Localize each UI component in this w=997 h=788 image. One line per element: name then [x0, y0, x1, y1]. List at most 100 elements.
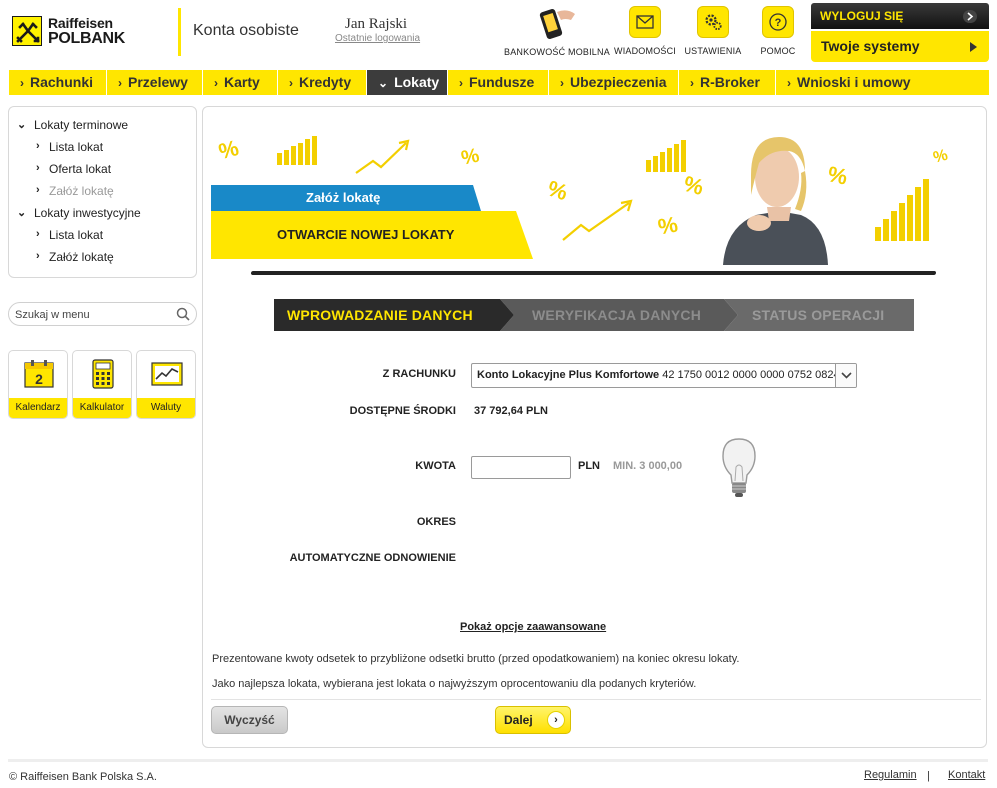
copyright: © Raiffeisen Bank Polska S.A. [9, 771, 157, 783]
chevron-right-icon: › [289, 76, 293, 90]
sidebar-item-lokaty-terminowe[interactable]: ⌄ Lokaty terminowe [9, 118, 196, 140]
calendar-day: 2 [35, 371, 43, 387]
nav-item-przelewy[interactable]: › Przelewy [107, 70, 203, 95]
best-deposit-info-text: Jako najlepsza lokata, wybierana jest lo… [212, 678, 697, 690]
nav-label: Przelewy [128, 74, 188, 90]
interest-info-text: Prezentowane kwoty odsetek to przybliżon… [212, 653, 740, 665]
nav-item-karty[interactable]: › Karty [203, 70, 278, 95]
amount-input[interactable] [471, 456, 571, 479]
logo-text-line2: POLBANK [48, 30, 126, 47]
next-label: Dalej [504, 713, 533, 727]
raiffeisen-logo[interactable]: Raiffeisen POLBANK [12, 14, 132, 50]
account-label: Z RACHUNKU [382, 368, 456, 380]
contact-link[interactable]: Kontakt [948, 769, 985, 781]
wizard-steps: WPROWADZANIE DANYCH WERYFIKACJA DANYCH S… [274, 299, 914, 331]
settings-label: USTAWIENIA [684, 46, 742, 56]
chevron-down-icon: ⌄ [17, 119, 27, 131]
menu-search-box [8, 302, 197, 326]
currency-label: Waluty [137, 398, 195, 418]
nav-label: Wnioski i umowy [797, 74, 911, 90]
sidebar-item-lokaty-inwestycyjne[interactable]: ⌄ Lokaty inwestycyjne [9, 206, 196, 228]
help-label: POMOC [760, 46, 796, 56]
nav-item-wnioski[interactable]: › Wnioski i umowy [776, 70, 989, 95]
amount-label: KWOTA [415, 460, 456, 472]
calculator-icon [87, 359, 119, 392]
logout-arrow-icon [963, 10, 977, 23]
sidebar-item-label: Załóż lokatę [49, 250, 114, 264]
percent-sign: % [216, 135, 241, 164]
your-systems-label: Twoje systemy [821, 38, 920, 54]
nav-label: Fundusze [469, 74, 535, 90]
nav-item-ubezpieczenia[interactable]: › Ubezpieczenia [549, 70, 679, 95]
nav-item-rachunki[interactable]: › Rachunki [9, 70, 107, 95]
nav-item-lokaty[interactable]: ⌄ Lokaty [367, 70, 448, 95]
lightbulb-icon[interactable] [719, 437, 759, 502]
calendar-tile[interactable]: 2 Kalendarz [8, 350, 68, 419]
help-button[interactable]: ? POMOC [760, 6, 796, 56]
calculator-tile[interactable]: Kalkulator [72, 350, 132, 419]
settings-button[interactable]: USTAWIENIA [684, 6, 742, 56]
calculator-label: Kalkulator [73, 398, 131, 418]
available-funds-value: 37 792,64 PLN [474, 405, 548, 417]
your-systems-button[interactable]: Twoje systemy [811, 31, 989, 62]
amount-currency: PLN [578, 460, 600, 472]
logo-cross-icon [12, 16, 42, 46]
mobile-banking-label: BANKOWOŚĆ MOBILNA [504, 47, 610, 57]
woman-photo [723, 137, 828, 265]
messages-button[interactable]: WIADOMOŚCI [614, 6, 676, 56]
percent-sign: % [656, 212, 680, 240]
logout-panel: WYLOGUJ SIĘ Twoje systemy [811, 3, 989, 62]
sidebar-item-lista-lokat-inwest[interactable]: › Lista lokat [9, 228, 196, 250]
regulations-link[interactable]: Regulamin [864, 769, 917, 781]
sidebar-item-zaloz-lokate-current[interactable]: › Załóż lokatę [9, 184, 196, 206]
currency-tile[interactable]: Waluty [136, 350, 196, 419]
footer-divider [8, 759, 988, 762]
header-divider [178, 8, 181, 56]
sidebar-item-lista-lokat[interactable]: › Lista lokat [9, 140, 196, 162]
nav-item-r-broker[interactable]: › R-Broker [679, 70, 776, 95]
app-title: Konta osobiste [193, 22, 299, 39]
nav-item-kredyty[interactable]: › Kredyty [278, 70, 367, 95]
account-select[interactable]: Konto Lokacyjne Plus Komfortowe 42 1750 … [471, 363, 857, 388]
logout-button[interactable]: WYLOGUJ SIĘ [811, 3, 989, 29]
mobile-banking-button[interactable]: BANKOWOŚĆ MOBILNA [504, 6, 610, 57]
nav-label: Karty [224, 74, 260, 90]
account-name: Konto Lokacyjne Plus Komfortowe [477, 369, 660, 381]
chevron-right-icon: › [118, 76, 122, 90]
last-login-link[interactable]: Ostatnie logowania [335, 33, 420, 44]
chevron-right-icon: › [36, 250, 40, 262]
clear-button[interactable]: Wyczyść [211, 706, 288, 734]
main-panel: % % % % % % % Załóż lokatę OTWARCIE NOWE… [202, 106, 987, 748]
menu-search-input[interactable] [15, 307, 165, 322]
main-nav: › Rachunki › Przelewy › Karty › Kredyty ⌄ Lok… [9, 70, 989, 95]
advanced-options-link[interactable]: Pokaż opcje zaawansowane [460, 621, 606, 633]
svg-text:?: ? [775, 17, 782, 29]
available-funds-label: DOSTĘPNE ŚRODKI [349, 405, 456, 417]
wizard-step-data-entry: WPROWADZANIE DANYCH [274, 299, 514, 331]
logo-text-line1: Raiffeisen [48, 15, 113, 31]
nav-label: Kredyty [299, 74, 352, 90]
percent-sign: % [826, 161, 850, 190]
banner-title: OTWARCIE NOWEJ LOKATY [211, 211, 533, 259]
sidebar-item-oferta-lokat[interactable]: › Oferta lokat [9, 162, 196, 184]
chevron-right-icon: › [36, 162, 40, 174]
promo-banner: % % % % % % % Załóż lokatę OTWARCIE NOWE… [211, 115, 956, 275]
chevron-right-icon: › [547, 711, 565, 729]
wizard-step-verification: WERYFIKACJA DANYCH [500, 299, 738, 331]
next-button[interactable]: Dalej › [495, 706, 571, 734]
chevron-down-icon: ⌄ [17, 207, 27, 219]
percent-sign: % [681, 171, 706, 200]
nav-item-fundusze[interactable]: › Fundusze [448, 70, 549, 95]
chevron-right-icon: › [787, 76, 791, 90]
calendar-icon: 2 [23, 359, 55, 392]
nav-label: Ubezpieczenia [570, 74, 667, 90]
sidebar-item-zaloz-lokate-inwest[interactable]: › Załóż lokatę [9, 250, 196, 272]
sidebar-menu: ⌄ Lokaty terminowe › Lista lokat › Oferta l… [8, 106, 197, 278]
footer-separator: | [927, 770, 930, 782]
term-label: OKRES [416, 516, 456, 528]
messages-label: WIADOMOŚCI [614, 46, 676, 56]
nav-label: Lokaty [394, 74, 440, 90]
search-icon[interactable] [176, 307, 190, 324]
chevron-right-icon: › [459, 76, 463, 90]
percent-sign: % [544, 175, 570, 205]
